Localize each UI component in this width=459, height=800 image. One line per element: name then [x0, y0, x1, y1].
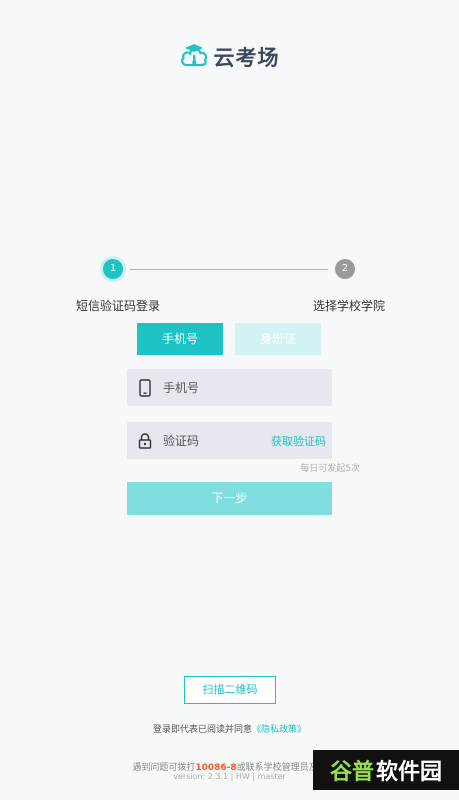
get-code-button[interactable]: 获取验证码 [271, 433, 332, 449]
lock-icon [127, 432, 163, 449]
app-logo: 云考场 [0, 42, 459, 72]
watermark-logo: 谷普 软件园 [313, 750, 459, 790]
scan-qr-button[interactable]: 扫描二维码 [184, 676, 276, 704]
agreement-prefix: 登录即代表已阅读并同意 [152, 725, 252, 735]
step-connector [130, 268, 328, 270]
app-name: 云考场 [213, 46, 280, 70]
phone-input[interactable] [163, 380, 332, 395]
cloud-graduation-cap-icon [180, 42, 208, 72]
phone-field[interactable] [127, 369, 332, 406]
tab-id-card[interactable]: 身份证 [235, 323, 321, 355]
step-1-indicator: 1 [103, 259, 123, 279]
mobile-phone-icon [127, 378, 163, 397]
agreement-text: 登录即代表已阅读并同意《隐私政策》 [0, 722, 459, 735]
code-limit-hint: 每日可发起5次 [300, 464, 360, 474]
verification-code-input[interactable] [163, 433, 271, 448]
step-2-indicator: 2 [335, 259, 355, 279]
privacy-policy-link[interactable]: 《隐私政策》 [252, 725, 306, 735]
verification-code-field[interactable]: 获取验证码 [127, 422, 332, 459]
step-2-label: 选择学校学院 [313, 299, 386, 313]
step-1-label: 短信验证码登录 [76, 299, 161, 313]
tab-phone[interactable]: 手机号 [137, 323, 223, 355]
watermark-part-1: 谷普 [329, 760, 374, 785]
stepper: 1 2 [103, 259, 355, 279]
next-step-button[interactable]: 下一步 [127, 482, 332, 515]
watermark-part-2: 软件园 [376, 760, 443, 785]
